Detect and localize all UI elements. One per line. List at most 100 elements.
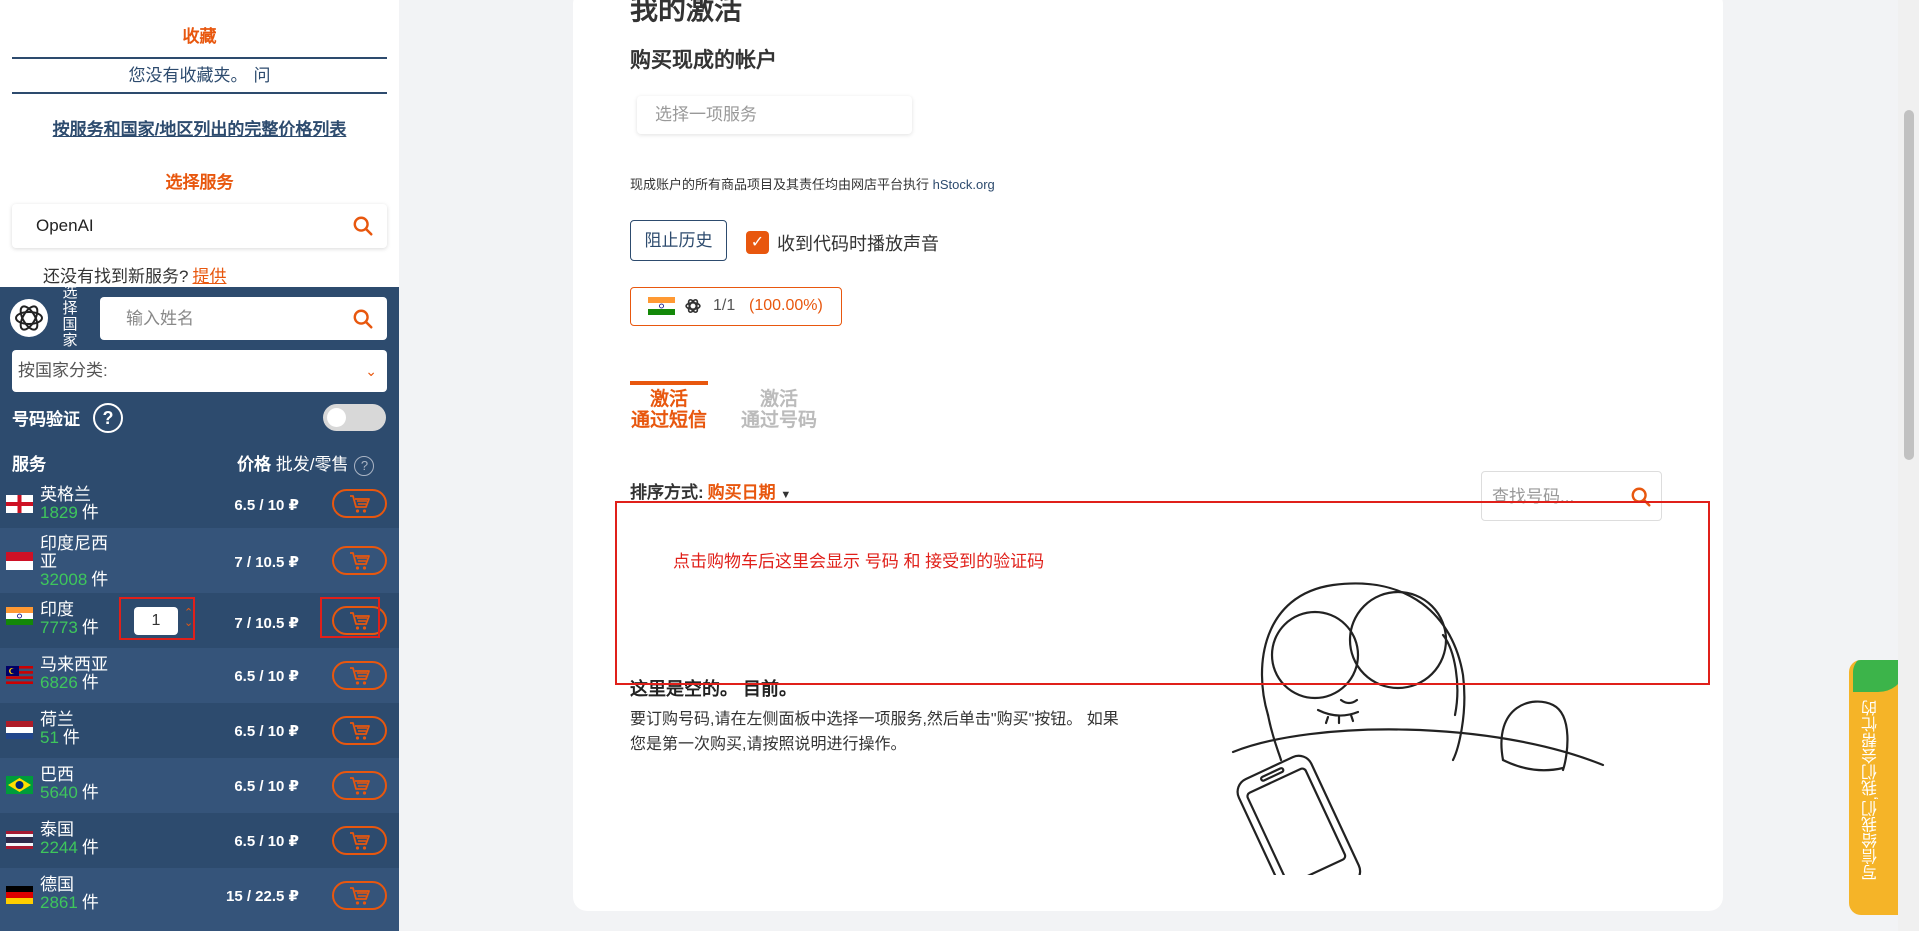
country-row-thailand[interactable]: 泰国 2244 件 6.5 / 10 ₽ (0, 813, 399, 868)
country-panel: 选择国家 按国家分类: ⌄ 号码验证 ? 服务 价格 批发/零售? 英格兰 18… (0, 284, 399, 931)
country-name: 马来西亚 6826 件 (40, 655, 108, 692)
search-icon[interactable] (352, 215, 374, 237)
service-select[interactable]: 选择一项服务 (637, 96, 912, 134)
help-icon[interactable]: ? (354, 455, 375, 476)
country-row-india[interactable]: 印度 7773 件 1 ⌃ ⌄ 7 / 10.5 ₽ (0, 593, 399, 648)
service-search[interactable] (12, 204, 387, 248)
country-name: 巴西 5640 件 (40, 765, 99, 802)
stock-count: 7773 (40, 618, 78, 637)
cart-button[interactable] (332, 489, 387, 518)
price: 6.5 / 10 ₽ (234, 668, 299, 685)
germany-flag-icon (6, 886, 33, 904)
annotation-text: 点击购物车后这里会显示 号码 和 接受到的验证码 (673, 552, 1045, 571)
annotation-outline (320, 597, 380, 638)
country-row-germany[interactable]: 德国 2861 件 15 / 22.5 ₽ (0, 868, 399, 931)
openai-logo-icon (10, 299, 48, 337)
cart-icon (349, 831, 370, 850)
country-name: 德国 2861 件 (40, 875, 99, 912)
stat-percent: (100.00%) (749, 297, 823, 314)
country-name-search[interactable] (100, 297, 387, 340)
sound-checkbox-label: 收到代码时播放声音 (777, 234, 939, 254)
page-title: 我的激活 (630, 0, 743, 25)
cart-button[interactable] (332, 771, 387, 800)
price-mode-label: 批发/零售 (275, 455, 349, 474)
cart-button[interactable] (332, 546, 387, 575)
brazil-flag-icon (6, 776, 33, 794)
caret-down-icon: ▼ (780, 489, 792, 501)
feedback-tab[interactable]: 写信给我们,我们会帮忙的 (1849, 660, 1898, 915)
country-sort-select[interactable]: 按国家分类: ⌄ (12, 350, 387, 392)
cart-button[interactable] (332, 661, 387, 690)
chevron-down-icon: ⌄ (365, 363, 377, 379)
buy-accounts-heading: 购买现成的帐户 (630, 49, 777, 72)
leaf-icon (1853, 660, 1898, 692)
sort-value[interactable]: 购买日期 (708, 483, 776, 502)
india-flag-icon (6, 607, 33, 625)
country-name-input[interactable] (126, 309, 346, 329)
price: 15 / 22.5 ₽ (226, 888, 299, 905)
scrollbar-thumb[interactable] (1904, 110, 1914, 460)
india-flag-icon (648, 297, 675, 315)
stock-count: 1829 (40, 503, 78, 522)
service-search-input[interactable] (36, 216, 336, 236)
tab-activate-sms[interactable]: 激活 通过短信 (630, 381, 708, 431)
activations-card: 我的激活 购买现成的帐户 选择一项服务 现成账户的所有商品项目及其责任均由网店平… (573, 0, 1723, 911)
cart-button[interactable] (332, 826, 387, 855)
activation-stat-badge: 1/1 (100.00%) (630, 287, 842, 326)
cart-icon (349, 551, 370, 570)
select-service-heading: 选择服务 (165, 173, 234, 192)
verification-toggle[interactable] (323, 404, 386, 431)
store-note: 现成账户的所有商品项目及其责任均由网店平台执行 hStock.org (630, 177, 995, 192)
stock-count: 2244 (40, 838, 78, 857)
sidebar: 收藏 您没有收藏夹。问 按服务和国家/地区列出的完整价格列表 选择服务 还没有找… (0, 0, 399, 931)
price: 7 / 10.5 ₽ (234, 554, 299, 571)
thailand-flag-icon (6, 831, 33, 849)
favorites-empty-text: 您没有收藏夹。 (128, 66, 248, 85)
country-row-brazil[interactable]: 巴西 5640 件 6.5 / 10 ₽ (0, 758, 399, 813)
price: 6.5 / 10 ₽ (234, 833, 299, 850)
favorites-help-link[interactable]: 问 (254, 66, 271, 85)
country-name: 印度尼西亚 32008 件 (40, 534, 109, 589)
sort-label: 排序方式: (630, 483, 704, 502)
annotation-box (615, 501, 1710, 685)
indonesia-flag-icon (6, 552, 33, 570)
netherlands-flag-icon (6, 721, 33, 739)
country-name: 泰国 2244 件 (40, 820, 99, 857)
country-name: 英格兰 1829 件 (40, 485, 99, 522)
cart-icon (349, 666, 370, 685)
sort-control[interactable]: 排序方式: 购买日期 ▼ (630, 478, 791, 503)
hstock-link[interactable]: hStock.org (933, 177, 995, 192)
help-icon[interactable]: ? (93, 403, 123, 433)
price: 7 / 10.5 ₽ (234, 615, 299, 632)
sound-checkbox[interactable]: ✓ (746, 231, 769, 254)
cart-button[interactable] (332, 881, 387, 910)
price: 6.5 / 10 ₽ (234, 723, 299, 740)
tab-activate-number[interactable]: 激活 通过号码 (739, 381, 819, 431)
stat-ratio: 1/1 (713, 297, 736, 314)
select-country-label: 选择国家 (62, 284, 78, 349)
malaysia-flag-icon (6, 666, 33, 684)
empty-state-description: 要订购号码,请在左侧面板中选择一项服务,然后单击"购买"按钮。 如果您是第一次购… (630, 711, 1119, 753)
toggle-knob (327, 408, 346, 427)
suggest-service-link[interactable]: 提供 (192, 267, 226, 286)
stock-count: 2861 (40, 893, 78, 912)
favorites-box: 您没有收藏夹。问 (12, 57, 387, 94)
price-list-link[interactable]: 按服务和国家/地区列出的完整价格列表 (0, 115, 399, 140)
country-row-indonesia[interactable]: 印度尼西亚 32008 件 7 / 10.5 ₽ (0, 528, 399, 593)
cart-icon (349, 776, 370, 795)
country-row-england[interactable]: 英格兰 1829 件 6.5 / 10 ₽ (0, 480, 399, 528)
country-sort-label: 按国家分类: (18, 361, 108, 380)
search-icon[interactable] (352, 308, 374, 330)
cart-button[interactable] (332, 716, 387, 745)
england-flag-icon (6, 495, 33, 513)
country-row-netherlands[interactable]: 荷兰 51 件 6.5 / 10 ₽ (0, 703, 399, 758)
stock-count: 32008 (40, 570, 88, 589)
country-row-malaysia[interactable]: 马来西亚 6826 件 6.5 / 10 ₽ (0, 648, 399, 703)
country-name: 荷兰 51 件 (40, 710, 80, 747)
number-verification-label: 号码验证 (12, 410, 80, 429)
block-history-button[interactable]: 阻止历史 (630, 220, 727, 261)
price-column-header: 价格 批发/零售? (237, 450, 375, 476)
cart-icon (349, 886, 370, 905)
favorites-heading: 收藏 (182, 27, 217, 46)
stock-count: 5640 (40, 783, 78, 802)
